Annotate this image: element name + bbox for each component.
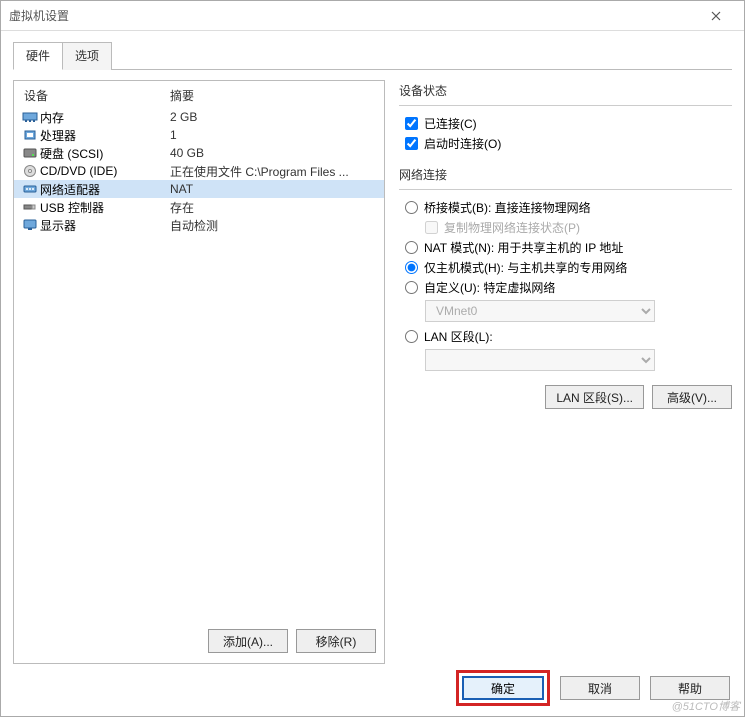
connected-label: 已连接(C) — [424, 115, 477, 132]
device-name: 处理器 — [40, 127, 170, 144]
hardware-row[interactable]: CD/DVD (IDE)正在使用文件 C:\Program Files ... — [14, 162, 384, 180]
advanced-button[interactable]: 高级(V)... — [652, 385, 732, 409]
usb-icon — [20, 200, 40, 214]
add-hardware-button[interactable]: 添加(A)... — [208, 629, 288, 653]
device-summary: 2 GB — [170, 110, 384, 124]
bridged-label: 桥接模式(B): 直接连接物理网络 — [424, 199, 591, 216]
display-icon — [20, 218, 40, 232]
hardware-row[interactable]: 处理器1 — [14, 126, 384, 144]
device-name: CD/DVD (IDE) — [40, 164, 170, 178]
nat-radio-row[interactable]: NAT 模式(N): 用于共享主机的 IP 地址 — [405, 239, 732, 256]
cancel-button[interactable]: 取消 — [560, 676, 640, 700]
lan-segment-radio[interactable] — [405, 330, 418, 343]
ok-button[interactable]: 确定 — [462, 676, 544, 700]
device-summary: 存在 — [170, 199, 384, 216]
connect-at-power-on-label: 启动时连接(O) — [424, 135, 501, 152]
replicate-state-checkbox — [425, 221, 438, 234]
tab-hardware[interactable]: 硬件 — [13, 42, 63, 70]
device-name: 显示器 — [40, 217, 170, 234]
group-title-network: 网络连接 — [399, 166, 732, 183]
device-name: 内存 — [40, 109, 170, 126]
disk-icon — [20, 146, 40, 160]
close-icon — [711, 11, 721, 21]
device-name: USB 控制器 — [40, 199, 170, 216]
tab-strip: 硬件 选项 — [1, 31, 744, 70]
hardware-row[interactable]: 网络适配器NAT — [14, 180, 384, 198]
memory-icon — [20, 110, 40, 124]
window-title: 虚拟机设置 — [9, 7, 696, 24]
lan-segment-radio-row[interactable]: LAN 区段(L): — [405, 328, 732, 345]
vmnet-select: VMnet0 — [425, 300, 655, 322]
help-button[interactable]: 帮助 — [650, 676, 730, 700]
content-area: 设备 摘要 内存2 GB处理器1硬盘 (SCSI)40 GBCD/DVD (ID… — [1, 70, 744, 670]
device-summary: 1 — [170, 128, 384, 142]
custom-label: 自定义(U): 特定虚拟网络 — [424, 279, 555, 296]
column-header-device: 设备 — [20, 87, 170, 104]
network-connection-group: 网络连接 桥接模式(B): 直接连接物理网络 复制物理网络连接状态(P) NAT… — [399, 166, 732, 371]
connect-at-power-on-row[interactable]: 启动时连接(O) — [405, 135, 732, 152]
lan-segment-select — [425, 349, 655, 371]
cd-icon — [20, 164, 40, 178]
column-header-summary: 摘要 — [170, 87, 378, 104]
remove-hardware-button[interactable]: 移除(R) — [296, 629, 376, 653]
bridged-radio-row[interactable]: 桥接模式(B): 直接连接物理网络 — [405, 199, 732, 216]
device-name: 网络适配器 — [40, 181, 170, 198]
ok-highlight: 确定 — [456, 670, 550, 706]
custom-radio[interactable] — [405, 281, 418, 294]
hardware-row[interactable]: 硬盘 (SCSI)40 GB — [14, 144, 384, 162]
connected-checkbox-row[interactable]: 已连接(C) — [405, 115, 732, 132]
device-summary: 正在使用文件 C:\Program Files ... — [170, 163, 384, 180]
custom-radio-row[interactable]: 自定义(U): 特定虚拟网络 — [405, 279, 732, 296]
hostonly-radio[interactable] — [405, 261, 418, 274]
tab-options[interactable]: 选项 — [62, 42, 112, 70]
cpu-icon — [20, 128, 40, 142]
connect-at-power-on-checkbox[interactable] — [405, 137, 418, 150]
device-status-group: 设备状态 已连接(C) 启动时连接(O) — [399, 82, 732, 152]
lan-segments-button[interactable]: LAN 区段(S)... — [545, 385, 644, 409]
device-summary: 40 GB — [170, 146, 384, 160]
group-title-status: 设备状态 — [399, 82, 732, 99]
watermark-text: @51CTO博客 — [672, 698, 740, 714]
hardware-list-header: 设备 摘要 — [14, 81, 384, 108]
hardware-row[interactable]: USB 控制器存在 — [14, 198, 384, 216]
dialog-footer: 确定 取消 帮助 @51CTO博客 — [1, 670, 744, 716]
device-name: 硬盘 (SCSI) — [40, 145, 170, 162]
hostonly-label: 仅主机模式(H): 与主机共享的专用网络 — [424, 259, 627, 276]
connected-checkbox[interactable] — [405, 117, 418, 130]
hardware-row[interactable]: 显示器自动检测 — [14, 216, 384, 234]
lan-segment-radio-label: LAN 区段(L): — [424, 328, 493, 345]
device-summary: 自动检测 — [170, 217, 384, 234]
hardware-list-panel: 设备 摘要 内存2 GB处理器1硬盘 (SCSI)40 GBCD/DVD (ID… — [13, 80, 385, 664]
hardware-detail-panel: 设备状态 已连接(C) 启动时连接(O) 网络连接 — [399, 80, 732, 664]
close-button[interactable] — [696, 1, 736, 30]
device-summary: NAT — [170, 182, 384, 196]
replicate-state-label: 复制物理网络连接状态(P) — [444, 219, 580, 236]
net-icon — [20, 182, 40, 196]
replicate-state-row: 复制物理网络连接状态(P) — [425, 219, 732, 236]
vm-settings-window: 虚拟机设置 硬件 选项 设备 摘要 内存2 GB处理器1硬盘 (SCSI)40 … — [0, 0, 745, 717]
titlebar: 虚拟机设置 — [1, 1, 744, 31]
hostonly-radio-row[interactable]: 仅主机模式(H): 与主机共享的专用网络 — [405, 259, 732, 276]
nat-label: NAT 模式(N): 用于共享主机的 IP 地址 — [424, 239, 623, 256]
hardware-row[interactable]: 内存2 GB — [14, 108, 384, 126]
hardware-list[interactable]: 内存2 GB处理器1硬盘 (SCSI)40 GBCD/DVD (IDE)正在使用… — [14, 108, 384, 621]
bridged-radio[interactable] — [405, 201, 418, 214]
nat-radio[interactable] — [405, 241, 418, 254]
